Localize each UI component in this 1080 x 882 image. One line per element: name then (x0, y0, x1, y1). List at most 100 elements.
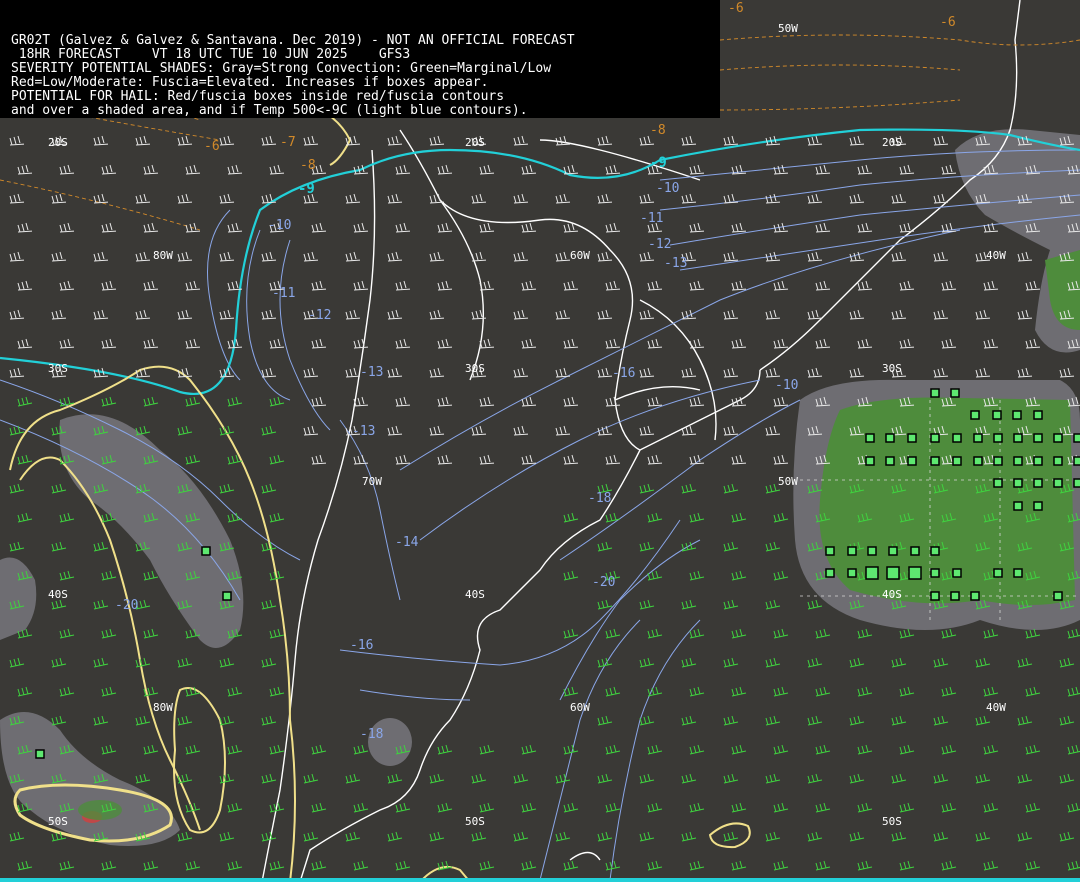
wind-barb (387, 135, 403, 146)
wind-barb (891, 715, 907, 726)
wind-barb (93, 599, 109, 610)
wind-barb (639, 483, 655, 494)
wind-barb (345, 193, 361, 204)
wind-barb (773, 860, 789, 871)
wind-barb (521, 280, 537, 291)
wind-barb (689, 744, 705, 755)
wind-barb (51, 309, 67, 320)
wind-barb (849, 135, 865, 146)
wind-barb (1067, 802, 1080, 813)
wind-barb (849, 367, 865, 378)
wind-barb (59, 164, 75, 175)
hail-box (885, 433, 895, 443)
wind-barb (597, 831, 613, 842)
wind-barb (219, 657, 235, 668)
lon80-label-2: 80W (153, 701, 173, 714)
wind-barb (303, 251, 319, 262)
wind-barb (639, 599, 655, 610)
wind-barb (1067, 744, 1080, 755)
wind-barb (815, 280, 831, 291)
lat20-label: 20S (48, 136, 68, 149)
wind-barb (1025, 802, 1041, 813)
wind-barb (941, 280, 957, 291)
wind-barb (429, 135, 445, 146)
wind-barb (17, 338, 33, 349)
wind-barb (681, 367, 697, 378)
wind-barb (563, 628, 579, 639)
wind-barb (135, 773, 151, 784)
wind-barb (933, 367, 949, 378)
wind-barb (261, 309, 277, 320)
hail-box (930, 546, 940, 556)
wind-barb (387, 251, 403, 262)
lon40-label-2: 40W (986, 701, 1006, 714)
wind-barb (51, 715, 67, 726)
wind-barb (437, 454, 453, 465)
wind-barb (891, 831, 907, 842)
wind-barb (135, 657, 151, 668)
wind-barb (345, 773, 361, 784)
wind-barb (353, 338, 369, 349)
wind-barb (933, 309, 949, 320)
wind-barb (983, 338, 999, 349)
wind-barb (1025, 628, 1041, 639)
wind-barb (143, 280, 159, 291)
wind-barb (647, 396, 663, 407)
wind-barb (647, 744, 663, 755)
wind-barb (261, 367, 277, 378)
wind-barb (731, 222, 747, 233)
wind-barb (135, 309, 151, 320)
wind-barb (59, 512, 75, 523)
wind-barb (765, 831, 781, 842)
wind-barb (93, 657, 109, 668)
wind-barb (395, 338, 411, 349)
wind-barb (101, 280, 117, 291)
wind-barb (849, 715, 865, 726)
wind-barb (857, 686, 873, 697)
wind-barb (647, 280, 663, 291)
temp-label-m13c: -13 (664, 256, 687, 271)
hail-box (1033, 410, 1043, 420)
wind-barb (1059, 367, 1075, 378)
wind-barb (101, 686, 117, 697)
wind-barb (479, 396, 495, 407)
hail-box (930, 433, 940, 443)
hail-box (1033, 456, 1043, 466)
hail-box (952, 568, 962, 578)
wind-barb (9, 657, 25, 668)
lon40-label: 40W (986, 249, 1006, 262)
wind-barb (689, 222, 705, 233)
wind-barb (261, 425, 277, 436)
wind-barb (437, 164, 453, 175)
wind-barb (479, 802, 495, 813)
wind-barb (177, 309, 193, 320)
hail-box (930, 456, 940, 466)
wind-barb (311, 860, 327, 871)
hail-box (1073, 456, 1080, 466)
gray-shade-west (59, 414, 244, 648)
wind-barb (563, 454, 579, 465)
wind-barb (471, 773, 487, 784)
wind-barb (773, 686, 789, 697)
wind-barb (563, 396, 579, 407)
wind-barb (269, 396, 285, 407)
hail-box (1012, 410, 1022, 420)
temp-label-m18b: -18 (588, 491, 611, 506)
wind-barb (59, 280, 75, 291)
lat50-label-3: 50S (882, 815, 902, 828)
wind-barb (773, 454, 789, 465)
wind-barb (59, 628, 75, 639)
wind-barb (773, 802, 789, 813)
wind-barb (983, 802, 999, 813)
wind-barb (605, 802, 621, 813)
wind-barb (899, 744, 915, 755)
wind-barb (723, 541, 739, 552)
hail-box (1053, 591, 1063, 601)
wind-barb (765, 715, 781, 726)
wind-barb (857, 628, 873, 639)
wind-barb (807, 367, 823, 378)
wind-barb (849, 193, 865, 204)
wind-barb (689, 164, 705, 175)
wind-barb (387, 193, 403, 204)
wind-barb (647, 512, 663, 523)
